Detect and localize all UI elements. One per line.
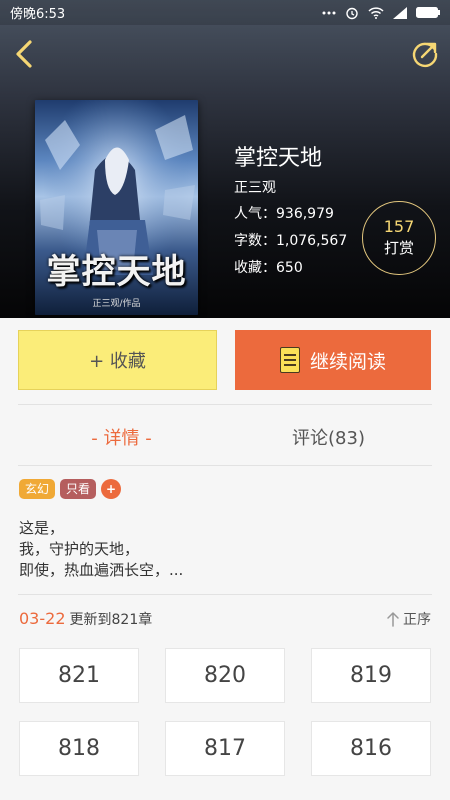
synopsis[interactable]: 这是， 我，守护的天地， 即使，热血遍洒长空，...: [19, 518, 183, 581]
reward-button[interactable]: 157 打赏: [362, 201, 436, 275]
share-button[interactable]: [408, 37, 442, 71]
favorites-button-label: + 收藏: [89, 351, 146, 372]
update-row: 03-22 更新到821章 正序: [19, 609, 431, 629]
signal-icon: [393, 6, 407, 19]
chapter-button[interactable]: 818: [19, 721, 139, 776]
back-button[interactable]: [10, 36, 40, 72]
more-dots-icon: [322, 11, 336, 14]
continue-reading-label: 继续阅读: [309, 350, 386, 373]
divider: [18, 465, 432, 466]
alarm-icon: [346, 7, 358, 19]
book-author[interactable]: 正三观: [234, 177, 276, 197]
book-header-banner: 傍晚6:53 掌控天地 正三观/作品 掌控天地 正三观 人气：936,979 字…: [0, 0, 450, 318]
chevron-left-icon: [16, 40, 32, 68]
word-count-stat: 字数：1,076,567: [234, 230, 347, 250]
tab-comments[interactable]: 评论(83): [225, 420, 432, 454]
book-cover[interactable]: 掌控天地 正三观/作品: [35, 100, 198, 315]
favorites-stat: 收藏：650: [234, 257, 303, 277]
chapter-button[interactable]: 821: [19, 648, 139, 703]
update-date: 03-22: [19, 609, 66, 628]
divider: [18, 404, 432, 405]
tag-only-view[interactable]: 只看: [60, 479, 97, 499]
synopsis-line: 即使，热血遍洒长空，...: [19, 561, 184, 579]
sort-order-button[interactable]: 正序: [386, 609, 431, 629]
book-icon: [279, 347, 300, 373]
synopsis-line: 我，守护的天地，: [19, 540, 140, 558]
cover-title-art: 掌控天地: [46, 252, 187, 292]
chapter-grid: 821 820 819 818 817 816: [19, 648, 431, 776]
favorites-value: 650: [276, 260, 303, 276]
divider: [18, 594, 432, 595]
book-title: 掌控天地: [234, 146, 323, 171]
word-count-value: 1,076,567: [276, 233, 348, 249]
tag-fantasy[interactable]: 玄幻: [19, 479, 56, 499]
popularity-value: 936,979: [276, 206, 334, 222]
add-to-favorites-button[interactable]: + 收藏: [18, 330, 217, 390]
reward-count: 157: [383, 217, 415, 236]
reward-label: 打赏: [383, 239, 414, 257]
chapter-button[interactable]: 820: [165, 648, 285, 703]
continue-reading-button[interactable]: 继续阅读: [235, 330, 431, 390]
status-bar: 傍晚6:53: [0, 0, 450, 25]
battery-icon: [416, 7, 440, 18]
latest-update[interactable]: 03-22 更新到821章: [19, 609, 152, 629]
chapter-button[interactable]: 819: [311, 648, 431, 703]
add-tag-button[interactable]: +: [101, 479, 122, 499]
favorites-label: 收藏：: [234, 260, 276, 276]
sort-order-label: 正序: [403, 612, 431, 628]
status-icons: [322, 6, 440, 20]
popularity-stat: 人气：936,979: [234, 203, 334, 223]
tag-list: 玄幻 只看 +: [19, 479, 122, 499]
update-text: 更新到821章: [69, 612, 153, 628]
tab-detail[interactable]: - 详情 -: [18, 420, 225, 454]
status-time: 傍晚6:53: [10, 7, 66, 22]
chapter-button[interactable]: 817: [165, 721, 285, 776]
wifi-icon: [368, 6, 384, 19]
cover-byline: 正三观/作品: [92, 299, 141, 309]
popularity-label: 人气：: [234, 206, 276, 222]
share-icon: [412, 42, 438, 68]
word-count-label: 字数：: [234, 233, 276, 249]
arrow-up-icon: [387, 612, 399, 627]
synopsis-line: 这是，: [19, 519, 65, 537]
chapter-button[interactable]: 816: [311, 721, 431, 776]
